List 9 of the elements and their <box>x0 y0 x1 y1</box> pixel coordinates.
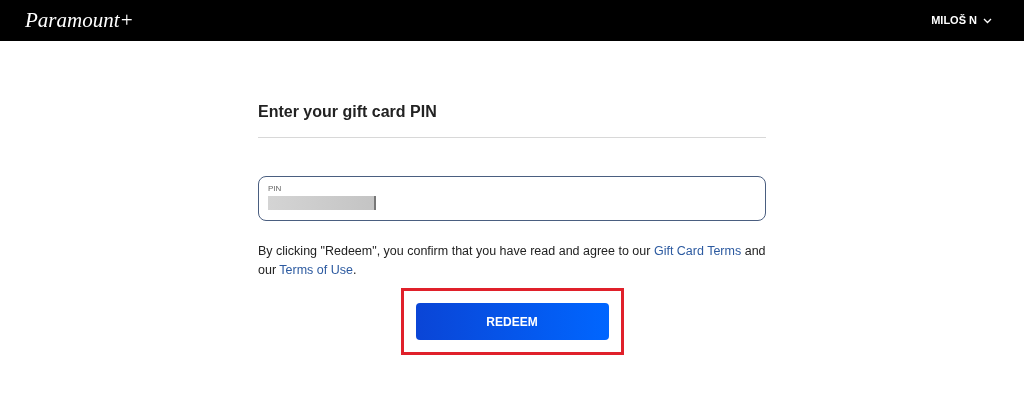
terms-link[interactable]: Gift Card Terms <box>653 244 742 258</box>
pin-field[interactable]: PIN <box>258 176 766 221</box>
field-label: PIN <box>268 185 283 193</box>
logo[interactable]: Paramount+ <box>25 10 134 31</box>
terms-link[interactable]: Terms of Use <box>279 263 353 277</box>
consent-text: By clicking "Redeem", you confirm that you have read and agree to our Gift Card Terms and our Terms of Use. <box>258 243 766 279</box>
redeem-button[interactable]: REDEEM <box>415 303 609 340</box>
account-menu[interactable]: MILOŠ N <box>931 12 992 29</box>
form-title: Enter your gift card PIN <box>258 102 438 122</box>
